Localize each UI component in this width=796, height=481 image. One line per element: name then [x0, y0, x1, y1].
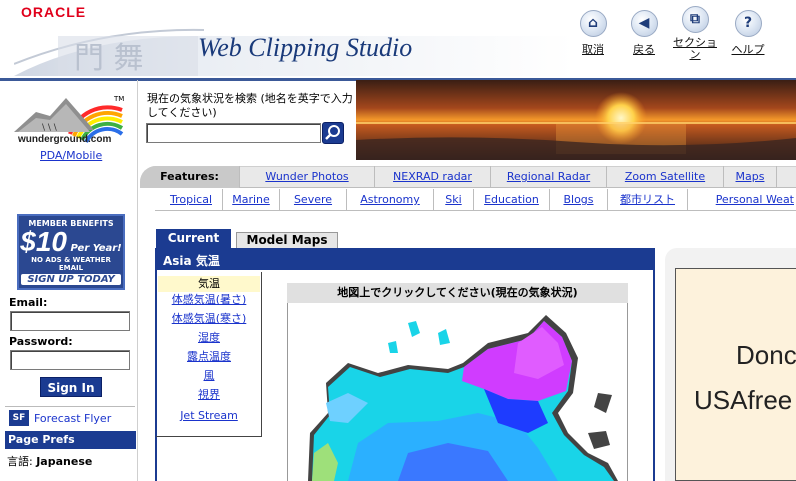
session-link[interactable]: セクション	[673, 37, 717, 61]
menu-item-temperature[interactable]: 気温	[158, 276, 260, 292]
usafree-ad[interactable]	[675, 268, 796, 481]
language-label: 言語:	[7, 455, 33, 468]
help-tool[interactable]: ? ヘルプ	[723, 10, 773, 56]
help-link[interactable]: ヘルプ	[723, 44, 773, 56]
email-field[interactable]	[10, 311, 130, 331]
email-label: Email:	[9, 296, 48, 309]
nav-wunder-photos[interactable]: Wunder Photos	[239, 166, 374, 188]
nav-marine[interactable]: Marine	[222, 189, 279, 211]
nav-zoom-satellite[interactable]: Zoom Satellite	[606, 166, 723, 188]
svg-text:門 舞: 門 舞	[74, 41, 144, 76]
menu-item-dew-point[interactable]: 露点温度	[158, 349, 260, 365]
pda-mobile-link[interactable]: PDA/Mobile	[40, 149, 102, 162]
home-icon[interactable]: ⌂	[579, 10, 607, 37]
nav-blogs[interactable]: Blogs	[549, 189, 607, 211]
location-search-input[interactable]	[146, 123, 321, 143]
back-icon[interactable]: ◀	[630, 10, 658, 37]
menu-item-heat-index[interactable]: 体感気温(暑さ)	[158, 292, 260, 308]
svg-text:\ \ \: \ \ \	[42, 123, 58, 133]
tab-model-maps[interactable]: Model Maps	[236, 232, 338, 249]
password-field[interactable]	[10, 350, 130, 370]
forecast-flyer-link[interactable]: SF Forecast Flyer	[5, 406, 135, 430]
app-title: Web Clipping Studio	[198, 33, 413, 62]
search-icon[interactable]	[323, 123, 343, 143]
sunset-banner-image	[356, 80, 796, 160]
help-icon[interactable]: ?	[734, 10, 762, 37]
oracle-logo: ORACLE	[21, 4, 87, 20]
page-prefs-header: Page Prefs	[5, 431, 136, 449]
features-label: Features:	[140, 166, 239, 188]
member-price: $10	[20, 226, 67, 257]
nav-ski[interactable]: Ski	[433, 189, 473, 211]
search-prompt: 現在の気象状況を検索 (地名を英字で入力してください)	[147, 92, 353, 119]
nav-tropical[interactable]: Tropical	[160, 189, 222, 211]
language-setting[interactable]: 言語: Japanese	[7, 453, 92, 469]
left-column-divider	[137, 80, 138, 481]
nav-nexrad-radar[interactable]: NEXRAD radar	[374, 166, 490, 188]
wunderground-wordmark: wunderground.com	[18, 134, 112, 145]
menu-item-jet-stream[interactable]: Jet Stream	[158, 408, 260, 424]
back-tool[interactable]: ◀ 戻る	[619, 10, 669, 56]
sign-in-button[interactable]: Sign In	[40, 377, 102, 397]
menu-item-wind-chill[interactable]: 体感気温(寒さ)	[158, 311, 260, 327]
search-button[interactable]	[322, 122, 344, 144]
back-link[interactable]: 戻る	[619, 44, 669, 56]
nav-personal-weather[interactable]: Personal Weat	[687, 189, 796, 211]
session-tool[interactable]: ⧉ セクション	[670, 6, 720, 61]
session-icon[interactable]: ⧉	[681, 6, 709, 33]
menu-item-wind[interactable]: 風	[158, 368, 260, 384]
forecast-flyer-label[interactable]: Forecast Flyer	[34, 412, 111, 425]
member-benefits-ad[interactable]: MEMBER BENEFITS $10 Per Year! NO ADS & W…	[17, 214, 125, 290]
language-value[interactable]: Japanese	[36, 455, 92, 468]
member-per-year: Per Year!	[70, 243, 122, 254]
menu-item-visibility[interactable]: 視界	[158, 387, 260, 403]
nav-astronomy[interactable]: Astronomy	[346, 189, 433, 211]
tab-current[interactable]: Current	[156, 229, 231, 248]
ad-line-1: Donc	[736, 340, 796, 370]
member-no-ads: NO ADS & WEATHER EMAIL	[31, 256, 111, 272]
asia-temperature-map[interactable]	[287, 303, 628, 481]
nav-maps[interactable]: Maps	[723, 166, 776, 188]
password-label: Password:	[9, 335, 73, 348]
nav-row1-end	[776, 166, 796, 188]
panel-title: Asia 気温	[157, 250, 653, 270]
ad-line-2: USAfree	[694, 385, 793, 415]
member-signup-button[interactable]: SIGN UP TODAY	[21, 274, 121, 285]
menu-item-humidity[interactable]: 湿度	[158, 330, 260, 346]
nav-regional-radar[interactable]: Regional Radar	[490, 166, 606, 188]
nav-city-list[interactable]: 都市リスト	[607, 189, 687, 211]
trademark: TM	[114, 95, 125, 103]
temperature-map-graphic[interactable]	[288, 303, 628, 481]
nav-severe[interactable]: Severe	[279, 189, 346, 211]
nav-education[interactable]: Education	[473, 189, 549, 211]
map-instruction: 地図上でクリックしてください(現在の気象状況)	[287, 283, 628, 303]
cancel-link[interactable]: 取消	[568, 44, 618, 56]
forecast-flyer-icon: SF	[9, 410, 29, 426]
cancel-tool[interactable]: ⌂ 取消	[568, 10, 618, 56]
